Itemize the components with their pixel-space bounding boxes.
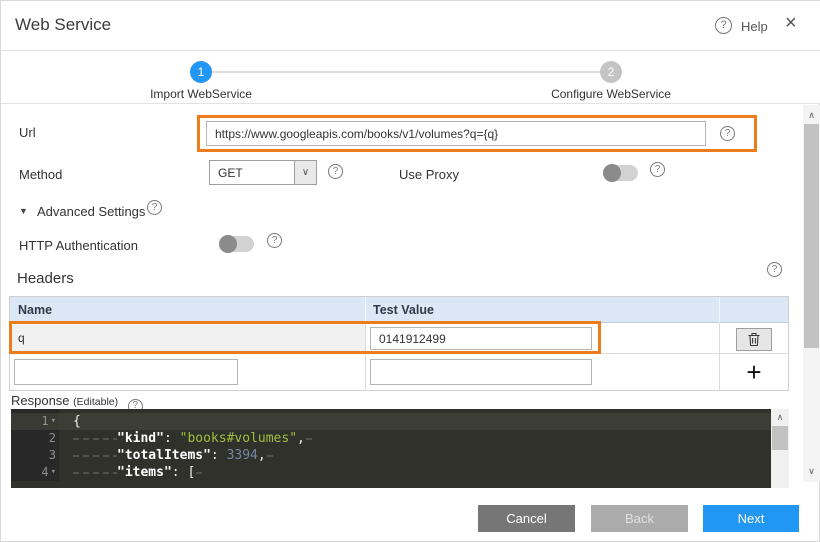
headers-question-icon[interactable]: ? — [767, 262, 782, 277]
use-proxy-label: Use Proxy — [399, 167, 459, 182]
add-row-button[interactable]: + — [740, 354, 768, 391]
caret-down-icon[interactable]: ▼ — [19, 206, 28, 216]
stepper-connector — [201, 71, 611, 73]
headers-table: Name Test Value q + — [9, 296, 789, 391]
help-icon[interactable]: ? — [715, 17, 732, 34]
http-authentication-toggle[interactable] — [219, 236, 254, 252]
step-1-circle[interactable]: 1 — [190, 61, 212, 83]
step-2-label: Configure WebService — [511, 87, 711, 101]
code-token: 3394 — [227, 448, 258, 463]
plus-icon: + — [746, 357, 761, 388]
response-code-editor[interactable]: 1▾ { 2 "kind": "books#volumes", 3 "total… — [11, 409, 771, 488]
main-scrollbar-thumb[interactable] — [804, 124, 819, 348]
delete-row-button[interactable] — [736, 328, 772, 351]
headers-title: Headers — [17, 270, 74, 287]
http-authentication-question-icon[interactable]: ? — [267, 233, 282, 248]
use-proxy-toggle[interactable] — [603, 165, 638, 181]
chevron-down-icon[interactable]: ∨ — [294, 161, 316, 184]
fold-caret-icon[interactable]: ▾ — [51, 464, 56, 481]
scroll-up-icon[interactable]: ∧ — [771, 412, 789, 423]
table-new-row: + — [10, 354, 788, 391]
next-button[interactable]: Next — [703, 505, 799, 532]
code-token: { — [73, 414, 81, 429]
code-line: 2 "kind": "books#volumes", — [11, 430, 771, 447]
method-select[interactable]: GET ∨ — [209, 160, 317, 185]
new-header-test-value-input[interactable] — [370, 359, 592, 385]
response-label-text: Response — [11, 393, 70, 408]
table-header-row: Name Test Value — [10, 297, 788, 323]
dialog-title: Web Service — [15, 15, 111, 35]
main-scrollbar[interactable]: ∧ ∨ — [803, 105, 820, 482]
advanced-settings-question-icon[interactable]: ? — [147, 200, 162, 215]
code-token: "kind" — [117, 431, 164, 446]
stepper: 1 2 Import WebService Configure WebServi… — [1, 51, 820, 104]
step-2-circle[interactable]: 2 — [600, 61, 622, 83]
editor-scrollbar-thumb[interactable] — [772, 426, 788, 450]
method-selected-value: GET — [210, 166, 294, 180]
line-number: 4 — [41, 464, 48, 481]
method-label: Method — [19, 167, 62, 182]
dialog-header: Web Service ? Help × — [1, 1, 820, 51]
advanced-settings-label[interactable]: Advanced Settings — [37, 204, 145, 219]
code-line: 3 "totalItems": 3394, — [11, 447, 771, 464]
code-token: "books#volumes" — [180, 431, 297, 446]
method-question-icon[interactable]: ? — [328, 164, 343, 179]
table-row: q — [10, 323, 788, 354]
close-icon[interactable]: × — [785, 12, 797, 35]
column-header-test-value: Test Value — [373, 303, 434, 317]
help-link[interactable]: Help — [741, 19, 768, 34]
header-test-value-input[interactable] — [370, 327, 592, 350]
url-question-icon[interactable]: ? — [720, 126, 735, 141]
column-header-name: Name — [18, 303, 52, 317]
editor-scrollbar[interactable]: ∧ — [771, 409, 789, 488]
toggle-knob — [603, 164, 621, 182]
code-token: "totalItems" — [117, 448, 211, 463]
scroll-down-icon[interactable]: ∨ — [803, 466, 820, 477]
header-name-cell[interactable]: q — [10, 323, 365, 353]
line-number: 1 — [41, 413, 48, 430]
trash-icon — [747, 332, 761, 347]
http-authentication-label: HTTP Authentication — [19, 238, 138, 253]
url-label: Url — [19, 125, 36, 140]
line-number: 3 — [49, 447, 56, 464]
back-button[interactable]: Back — [591, 505, 688, 532]
use-proxy-question-icon[interactable]: ? — [650, 162, 665, 177]
code-line: 4▾ "items": [ — [11, 464, 771, 481]
code-token: [ — [187, 465, 195, 480]
new-header-name-input[interactable] — [14, 359, 238, 385]
scroll-up-icon[interactable]: ∧ — [803, 110, 820, 121]
fold-caret-icon[interactable]: ▾ — [51, 413, 56, 430]
response-editable-text: (Editable) — [73, 396, 118, 408]
code-token: "items" — [117, 465, 172, 480]
step-1-label: Import WebService — [101, 87, 301, 101]
url-input[interactable] — [206, 121, 706, 146]
toggle-knob — [219, 235, 237, 253]
line-number: 2 — [49, 430, 56, 447]
cancel-button[interactable]: Cancel — [478, 505, 575, 532]
code-line: 1▾ { — [11, 413, 771, 430]
